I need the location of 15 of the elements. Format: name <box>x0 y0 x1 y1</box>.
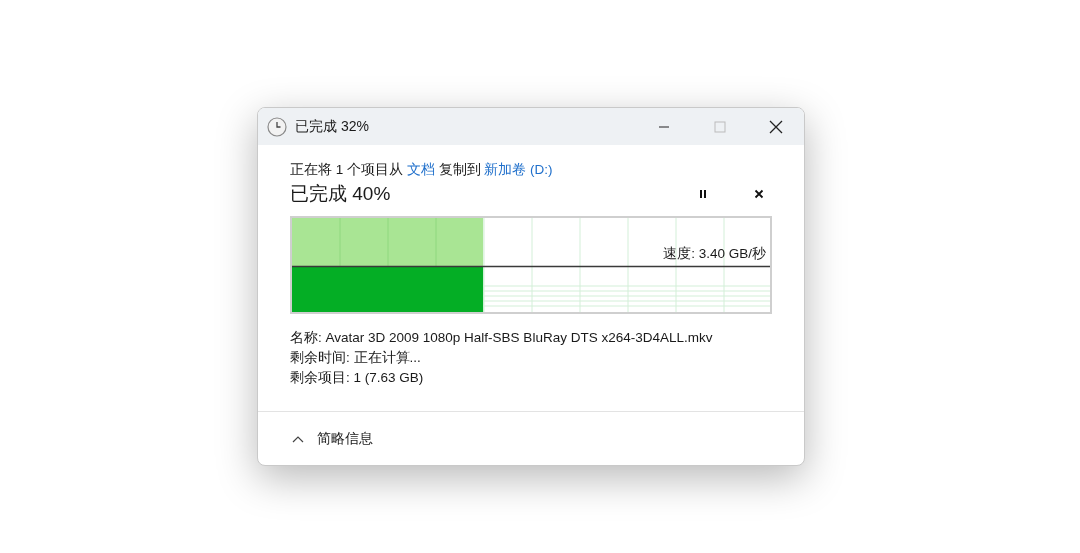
copy-description: 正在将 1 个项目从 文档 复制到 新加卷 (D:) <box>290 161 554 179</box>
detail-text: 剩余项目: 1 (7.63 GB) <box>290 369 425 387</box>
progress-heading: 已完成 40% <box>290 182 391 206</box>
detail-text: 剩余时间: 正在计算... <box>290 349 422 367</box>
pause-icon <box>698 189 708 199</box>
detail-text: 名称: Avatar 3D 2009 1080p Half-SBS BluRay DTS x264-3D4ALL.mkv <box>290 329 714 347</box>
destination-link[interactable]: 新加卷 (D:) <box>484 162 553 177</box>
details-toggle[interactable]: 简略信息 <box>292 429 373 448</box>
close-icon <box>769 119 783 134</box>
maximize-icon <box>714 120 726 133</box>
speed-label: 速度: 3.40 GB/秒 <box>663 245 766 263</box>
close-icon <box>754 189 764 199</box>
source-link[interactable]: 文档 <box>406 162 435 177</box>
clock-icon <box>267 116 287 137</box>
window-title: 已完成 32% <box>295 117 369 136</box>
